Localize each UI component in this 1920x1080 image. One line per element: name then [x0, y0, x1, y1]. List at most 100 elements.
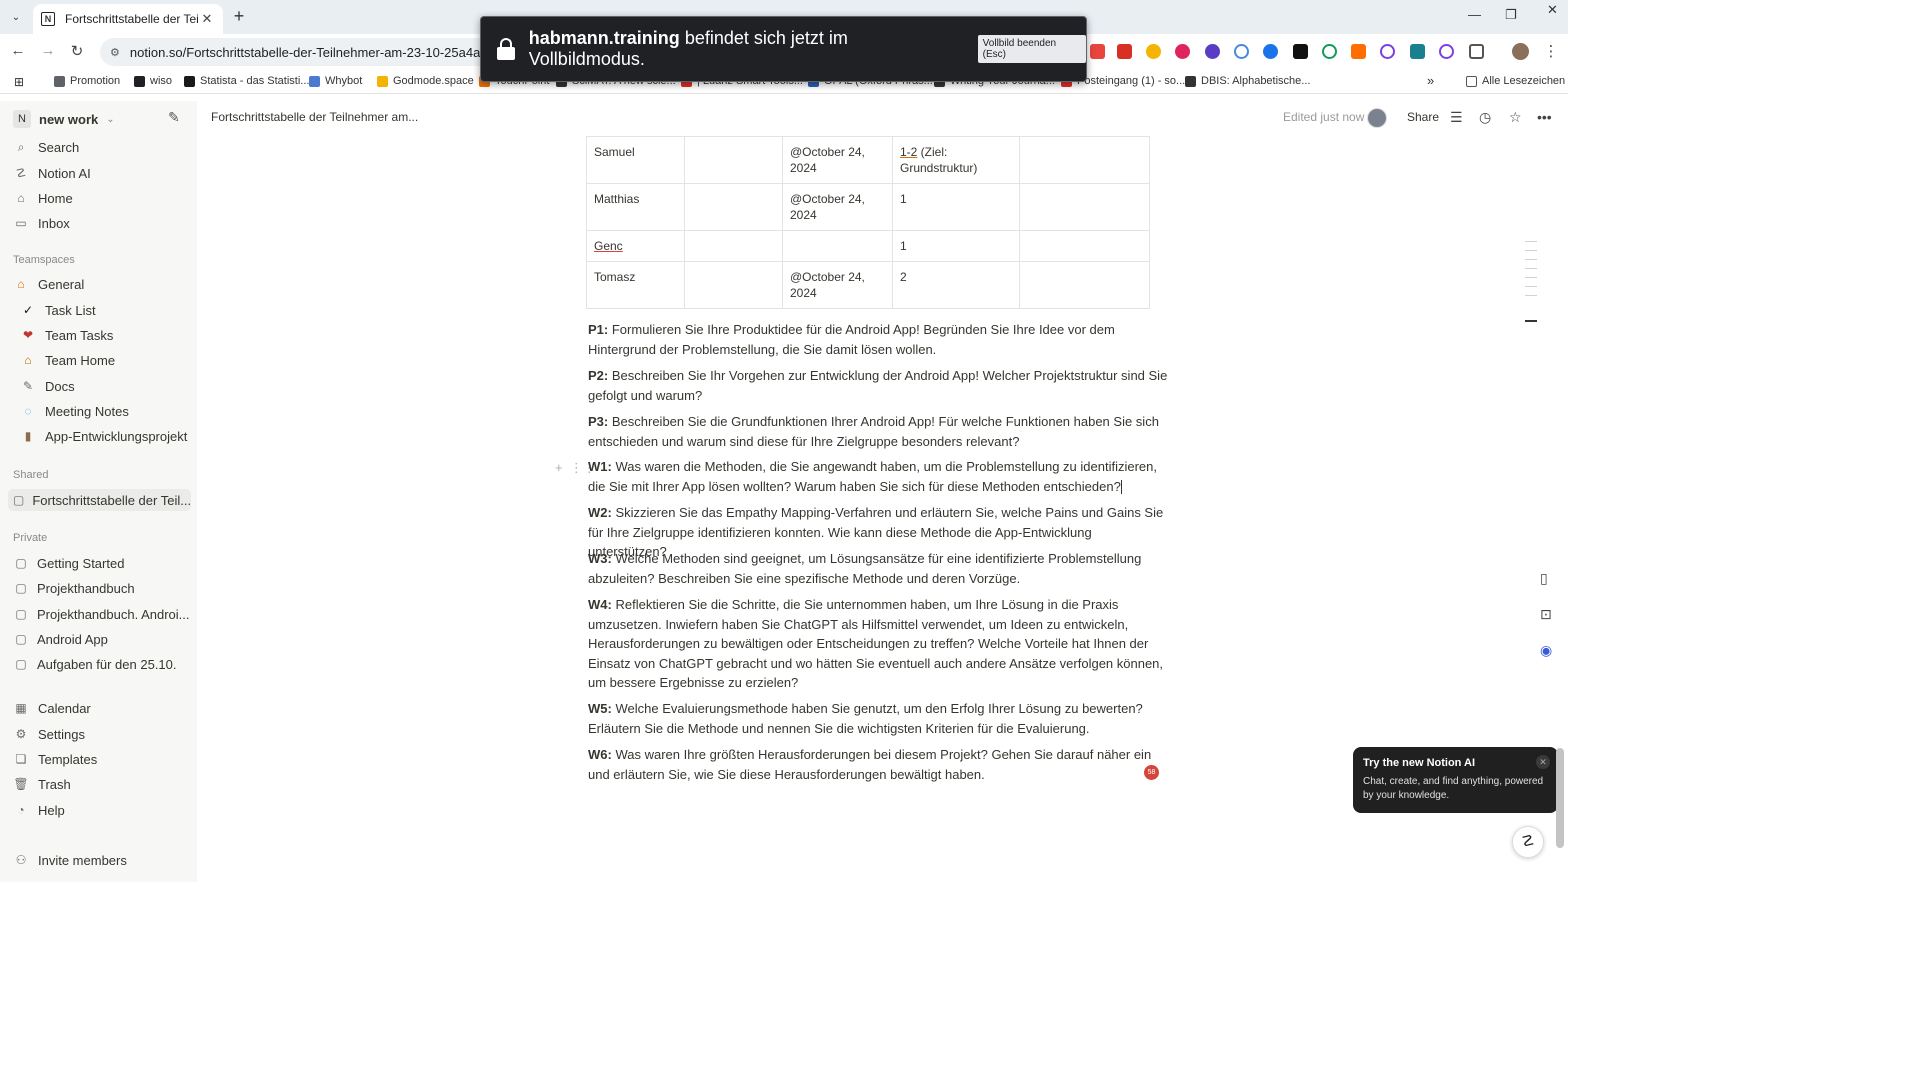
extension-icon[interactable]: [1263, 44, 1278, 59]
sidebar-item[interactable]: ▢ Projekthandbuch. Androi...: [13, 603, 191, 625]
share-button[interactable]: Share: [1407, 110, 1439, 124]
toc-marker[interactable]: [1525, 259, 1537, 260]
sidebar-item[interactable]: ⌂ Home: [13, 187, 191, 209]
all-bookmarks[interactable]: Alle Lesezeichen: [1466, 75, 1565, 87]
table-cell[interactable]: [684, 183, 783, 231]
bookmark-item[interactable]: DBIS: Alphabetische...: [1185, 75, 1310, 87]
question-block[interactable]: W6: Was waren Ihre größten Herausforderu…: [588, 745, 1168, 784]
bookmark-item[interactable]: wiso: [134, 75, 172, 87]
sidebar-item[interactable]: ⌕ Search: [13, 136, 191, 158]
translate-icon[interactable]: ⊡: [1540, 606, 1552, 623]
question-block[interactable]: W4: Reflektieren Sie die Schritte, die S…: [588, 595, 1168, 693]
sidebar-section-heading[interactable]: Shared: [13, 469, 48, 481]
table-row[interactable]: Matthias @October 24, 2024 1: [586, 183, 1150, 231]
level-cell[interactable]: 1: [892, 183, 1020, 231]
toc-marker-active[interactable]: [1525, 320, 1537, 322]
close-tab-icon[interactable]: ✕: [199, 11, 215, 27]
extension-icon[interactable]: [1322, 44, 1337, 59]
sidebar-item[interactable]: ⌂ Team Home: [20, 349, 198, 371]
apps-grid-icon[interactable]: ⊞: [14, 75, 24, 89]
extension-icon[interactable]: [1090, 44, 1105, 59]
extensions-puzzle-icon[interactable]: [1469, 44, 1484, 59]
sidebar-item[interactable]: ⚙ Settings: [13, 723, 191, 745]
extension-icon[interactable]: [1234, 44, 1249, 59]
table-cell[interactable]: [1019, 261, 1150, 309]
participant-name-cell[interactable]: Tomasz: [586, 261, 685, 309]
date-mention-cell[interactable]: @October 24, 2024: [782, 261, 893, 309]
table-cell[interactable]: [1019, 136, 1150, 184]
question-block[interactable]: P1: Formulieren Sie Ihre Produktidee für…: [588, 320, 1168, 359]
question-block[interactable]: P3: Beschreiben Sie die Grundfunktionen …: [588, 412, 1168, 451]
notion-ai-promo-popup[interactable]: Try the new Notion AI Chat, create, and …: [1353, 747, 1558, 813]
new-page-compose-icon[interactable]: ✎: [168, 109, 180, 126]
sidebar-item[interactable]: ◔ Help: [13, 799, 191, 821]
sidebar-item[interactable]: ▢ Projekthandbuch: [13, 577, 191, 599]
restore-icon[interactable]: ❐: [1505, 7, 1517, 23]
extension-icon[interactable]: [1410, 44, 1425, 59]
history-clock-icon[interactable]: ◷: [1479, 109, 1491, 126]
toc-marker[interactable]: [1525, 268, 1537, 269]
close-icon[interactable]: ✕: [1536, 755, 1550, 769]
close-window-icon[interactable]: ✕: [1547, 2, 1558, 18]
question-block[interactable]: W3: Welche Methoden sind geeignet, um Lö…: [588, 549, 1168, 588]
bookmarks-overflow-icon[interactable]: »: [1427, 73, 1434, 88]
table-row[interactable]: Tomasz @October 24, 2024 2: [586, 261, 1150, 309]
sidebar-item[interactable]: ⚇ Invite members: [13, 849, 191, 871]
notification-badge[interactable]: 58: [1144, 765, 1159, 780]
sidebar-item[interactable]: ▭ Inbox: [13, 212, 191, 234]
sidebar-item[interactable]: ❤ Team Tasks: [20, 324, 198, 346]
toc-marker[interactable]: [1525, 277, 1537, 278]
toc-marker[interactable]: [1525, 286, 1537, 287]
extension-icon[interactable]: [1351, 44, 1366, 59]
forward-arrow-icon[interactable]: →: [38, 42, 58, 59]
reader-book-icon[interactable]: ▯: [1540, 570, 1548, 587]
more-options-icon[interactable]: •••: [1537, 109, 1552, 125]
toc-marker[interactable]: [1525, 295, 1537, 296]
sidebar-section-heading[interactable]: Private: [13, 532, 47, 544]
level-cell[interactable]: 1-2 (Ziel: Grundstruktur): [892, 136, 1020, 184]
level-cell[interactable]: 2: [892, 261, 1020, 309]
sidebar-section-heading[interactable]: Teamspaces: [13, 254, 75, 266]
new-tab-plus-icon[interactable]: +: [229, 7, 249, 27]
extension-icon[interactable]: [1175, 44, 1190, 59]
sidebar-item[interactable]: ☡ Notion AI: [13, 162, 191, 184]
table-cell[interactable]: [684, 136, 783, 184]
assistant-face-icon[interactable]: ◉: [1540, 642, 1552, 659]
participant-name-cell[interactable]: Genc: [586, 230, 685, 262]
minimize-icon[interactable]: —: [1468, 7, 1481, 22]
comments-icon[interactable]: ☰: [1450, 109, 1463, 126]
sidebar-item[interactable]: ▢ Fortschrittstabelle der Teil...: [8, 489, 191, 511]
site-info-icon[interactable]: ⚙: [110, 46, 120, 59]
question-block[interactable]: P2: Beschreiben Sie Ihr Vorgehen zur Ent…: [588, 366, 1168, 405]
table-cell[interactable]: [684, 261, 783, 309]
breadcrumb[interactable]: Fortschrittstabelle der Teilnehmer am...: [211, 110, 418, 124]
table-cell[interactable]: [1019, 230, 1150, 262]
bookmark-item[interactable]: Godmode.space: [377, 75, 474, 87]
scrollbar-thumb[interactable]: [1556, 748, 1564, 848]
sidebar-item[interactable]: ❏ Templates: [13, 748, 191, 770]
participant-name-cell[interactable]: Matthias: [586, 183, 685, 231]
date-mention-cell[interactable]: [782, 230, 893, 262]
exit-fullscreen-button[interactable]: Vollbild beenden (Esc): [977, 35, 1086, 63]
sidebar-item[interactable]: ▮ App-Entwicklungsprojekt: [20, 425, 198, 447]
tab-search-chevron-icon[interactable]: ⌄: [5, 6, 27, 28]
participant-name-cell[interactable]: Samuel: [586, 136, 685, 184]
table-cell[interactable]: [684, 230, 783, 262]
sidebar-item[interactable]: 🗑 Trash: [13, 773, 191, 795]
address-bar[interactable]: ⚙ notion.so/Fortschrittstabelle-der-Teil…: [100, 38, 500, 66]
extension-icon[interactable]: [1380, 44, 1395, 59]
table-row[interactable]: Genc 1: [586, 230, 1150, 262]
reload-icon[interactable]: ↻: [67, 42, 87, 60]
question-block[interactable]: W5: Welche Evaluierungsmethode haben Sie…: [588, 699, 1168, 738]
back-arrow-icon[interactable]: ←: [8, 42, 28, 59]
notion-ai-button[interactable]: ☡: [1512, 826, 1544, 858]
sidebar-item[interactable]: ✎ Docs: [20, 375, 198, 397]
sidebar-item[interactable]: ▢ Android App: [13, 628, 191, 650]
date-mention-cell[interactable]: @October 24, 2024: [782, 136, 893, 184]
extension-icon[interactable]: [1439, 44, 1454, 59]
bookmark-item[interactable]: Promotion: [54, 75, 120, 87]
table-row[interactable]: Samuel @October 24, 2024 1-2 (Ziel: Grunds…: [586, 136, 1150, 184]
sidebar-item[interactable]: ▦ Calendar: [13, 697, 191, 719]
question-block[interactable]: W1: Was waren die Methoden, die Sie ange…: [588, 457, 1168, 496]
bookmark-item[interactable]: Whybot: [309, 75, 362, 87]
